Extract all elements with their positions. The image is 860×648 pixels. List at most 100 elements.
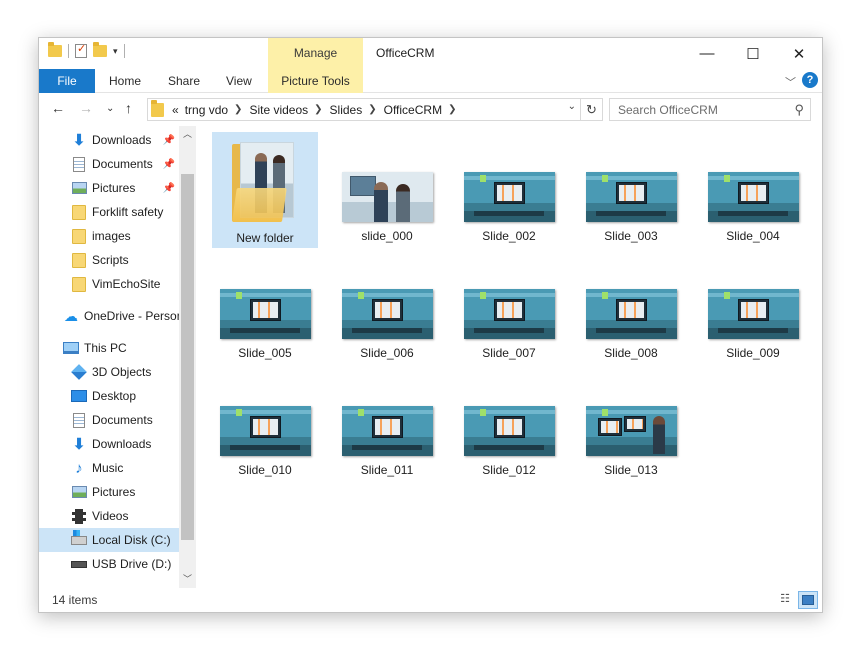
nav-item-forklift-safety[interactable]: Forklift safety xyxy=(39,200,179,224)
file-item-slide-004[interactable]: Slide_004 xyxy=(700,132,806,248)
details-view-icon[interactable]: ☷ xyxy=(776,592,794,608)
nav-item-3d-objects[interactable]: 3D Objects xyxy=(39,360,179,384)
file-name: Slide_002 xyxy=(482,229,536,243)
search-icon[interactable]: ⚲ xyxy=(794,102,804,118)
forward-arrow-icon[interactable]: → xyxy=(79,100,93,116)
file-item-slide-007[interactable]: Slide_007 xyxy=(456,249,562,365)
chevron-right-icon[interactable]: ❯ xyxy=(234,104,242,115)
caption-buttons: — ☐ ✕ xyxy=(684,38,822,69)
file-item-slide-006[interactable]: Slide_006 xyxy=(334,249,440,365)
image-thumbnail xyxy=(464,289,555,339)
large-icons-view-icon[interactable] xyxy=(798,591,818,609)
minimize-button[interactable]: — xyxy=(684,38,730,69)
pin-icon: 📌 xyxy=(162,158,175,170)
nav-item-local-disk[interactable]: Local Disk (C:) xyxy=(39,528,179,552)
chevron-right-icon[interactable]: ❯ xyxy=(314,104,322,115)
pin-icon: 📌 xyxy=(162,182,175,194)
new-folder-icon[interactable] xyxy=(93,42,107,57)
breadcrumb-overflow[interactable]: « xyxy=(172,103,179,117)
image-thumbnail xyxy=(464,406,555,456)
tab-share[interactable]: Share xyxy=(168,69,200,93)
file-item-slide-000[interactable]: slide_000 xyxy=(334,132,440,248)
up-arrow-icon[interactable]: ↑ xyxy=(125,100,132,116)
file-item-slide-013[interactable]: Slide_013 xyxy=(578,366,684,482)
nav-pane-scrollbar[interactable]: ︿ ﹀ xyxy=(179,126,196,588)
image-thumbnail xyxy=(342,406,433,456)
nav-item-onedrive[interactable]: ☁ OneDrive - Person xyxy=(39,304,179,328)
breadcrumb-trng-vdo[interactable]: trng vdo xyxy=(185,103,228,117)
recent-locations-chevron-icon[interactable]: ⌄ xyxy=(106,103,114,114)
breadcrumb-officecrm[interactable]: OfficeCRM xyxy=(384,103,442,117)
nav-item-documents[interactable]: Documents xyxy=(39,408,179,432)
nav-item-desktop[interactable]: Desktop xyxy=(39,384,179,408)
scrollbar-thumb[interactable] xyxy=(181,174,194,540)
address-row: ← → ⌄ ↑ « trng vdo ❯ Site videos ❯ Slide… xyxy=(39,96,822,124)
nav-item-pictures[interactable]: Pictures xyxy=(39,480,179,504)
nav-item-pictures-quick[interactable]: Pictures 📌 xyxy=(39,176,179,200)
file-name: Slide_009 xyxy=(726,346,780,360)
maximize-button[interactable]: ☐ xyxy=(730,38,776,69)
file-item-slide-011[interactable]: Slide_011 xyxy=(334,366,440,482)
nav-item-downloads-quick[interactable]: ⬇ Downloads 📌 xyxy=(39,128,179,152)
desktop-icon xyxy=(71,390,87,402)
computer-icon xyxy=(63,342,79,354)
address-bar[interactable]: « trng vdo ❯ Site videos ❯ Slides ❯ Offi… xyxy=(147,98,603,121)
nav-item-label: This PC xyxy=(84,341,127,355)
file-name: Slide_012 xyxy=(482,463,536,477)
customize-toolbar-dropdown-icon[interactable]: ▾ xyxy=(113,46,118,57)
music-note-icon: ♪ xyxy=(75,459,83,477)
image-thumbnail xyxy=(220,289,311,339)
file-name: Slide_011 xyxy=(360,463,414,477)
tab-file[interactable]: File xyxy=(39,69,95,93)
download-arrow-icon: ⬇ xyxy=(72,132,86,149)
nav-item-label: OneDrive - Person xyxy=(84,309,179,323)
nav-item-label: Music xyxy=(92,461,124,475)
nav-item-label: USB Drive (D:) xyxy=(92,557,172,571)
refresh-icon[interactable]: ↻ xyxy=(580,99,602,120)
nav-item-scripts[interactable]: Scripts xyxy=(39,248,179,272)
file-item-slide-008[interactable]: Slide_008 xyxy=(578,249,684,365)
chevron-right-icon[interactable]: ❯ xyxy=(448,104,456,115)
file-item-slide-003[interactable]: Slide_003 xyxy=(578,132,684,248)
tab-picture-tools[interactable]: Picture Tools xyxy=(268,69,363,93)
folder-icon[interactable] xyxy=(48,42,62,57)
back-arrow-icon[interactable]: ← xyxy=(51,100,65,116)
file-item-slide-002[interactable]: Slide_002 xyxy=(456,132,562,248)
nav-item-this-pc[interactable]: This PC xyxy=(39,336,179,360)
file-item-slide-009[interactable]: Slide_009 xyxy=(700,249,806,365)
nav-item-label: Pictures xyxy=(92,181,136,195)
tab-view[interactable]: View xyxy=(226,69,252,93)
folder-icon xyxy=(72,276,86,292)
search-box[interactable]: ⚲ xyxy=(609,98,811,121)
search-input[interactable] xyxy=(610,99,780,120)
manage-contextual-tab[interactable]: Manage xyxy=(268,38,363,69)
file-item-slide-005[interactable]: Slide_005 xyxy=(212,249,318,365)
toolbar-divider xyxy=(68,44,69,58)
properties-icon[interactable] xyxy=(75,42,87,58)
ribbon-tabs: File Home Share View Picture Tools ﹀ ? xyxy=(39,69,822,93)
window-title: OfficeCRM xyxy=(376,46,435,60)
nav-item-images[interactable]: images xyxy=(39,224,179,248)
nav-item-usb-drive[interactable]: USB Drive (D:) xyxy=(39,552,179,576)
nav-item-vimechosite[interactable]: VimEchoSite xyxy=(39,272,179,296)
file-item-slide-012[interactable]: Slide_012 xyxy=(456,366,562,482)
breadcrumb: « trng vdo ❯ Site videos ❯ Slides ❯ Offi… xyxy=(172,103,463,117)
expand-ribbon-chevron-icon[interactable]: ﹀ xyxy=(785,74,796,90)
breadcrumb-slides[interactable]: Slides xyxy=(330,103,363,117)
folder-icon xyxy=(72,204,86,220)
nav-item-videos[interactable]: Videos xyxy=(39,504,179,528)
tab-home[interactable]: Home xyxy=(109,69,141,93)
close-button[interactable]: ✕ xyxy=(776,38,822,69)
nav-item-documents-quick[interactable]: Documents 📌 xyxy=(39,152,179,176)
nav-item-music[interactable]: ♪ Music xyxy=(39,456,179,480)
chevron-right-icon[interactable]: ❯ xyxy=(368,104,376,115)
nav-item-downloads[interactable]: ⬇ Downloads xyxy=(39,432,179,456)
scroll-up-chevron-icon[interactable]: ︿ xyxy=(179,126,196,143)
breadcrumb-site-videos[interactable]: Site videos xyxy=(249,103,308,117)
help-icon[interactable]: ? xyxy=(802,72,818,88)
file-name: Slide_007 xyxy=(482,346,536,360)
address-history-dropdown-icon[interactable]: ⌄ xyxy=(568,101,576,112)
file-item-slide-010[interactable]: Slide_010 xyxy=(212,366,318,482)
file-item-new-folder[interactable]: New folder xyxy=(212,132,318,248)
scroll-down-chevron-icon[interactable]: ﹀ xyxy=(179,571,196,588)
